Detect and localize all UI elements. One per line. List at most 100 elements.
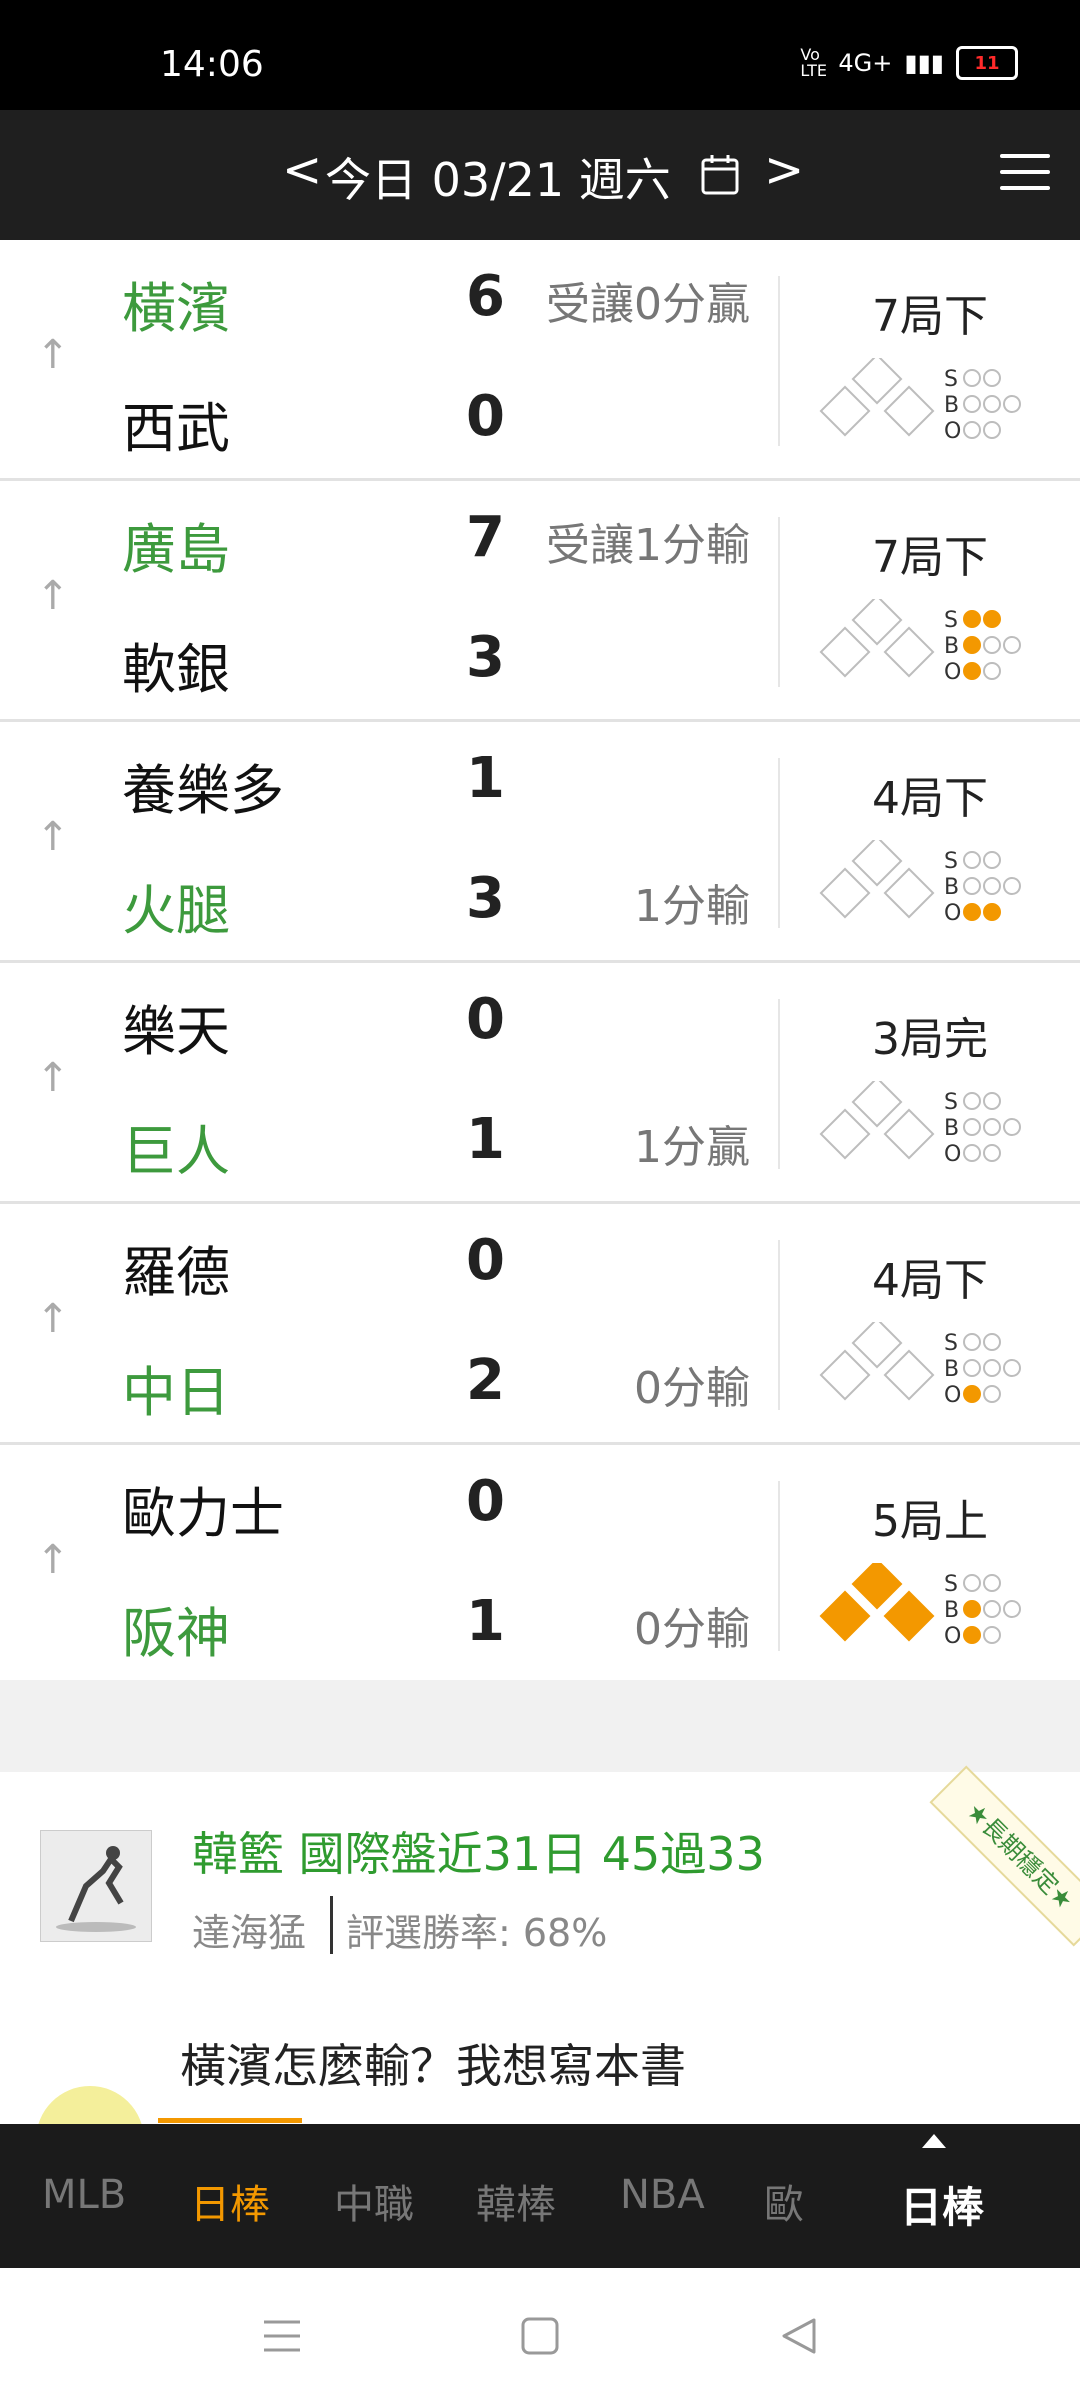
tab-euro[interactable]: 歐	[764, 2172, 804, 2230]
second-base-icon	[851, 594, 903, 646]
svg-text:O: O	[944, 901, 961, 926]
inning-status: 7局下	[872, 291, 988, 342]
caret-up-icon[interactable]	[922, 2134, 946, 2148]
article-title: 橫濱怎麼輸？我想寫本書	[180, 2039, 686, 2093]
calendar-icon[interactable]	[700, 152, 740, 200]
base-diamond-icon	[818, 1558, 938, 1653]
game-row[interactable]: ↑ 樂天 0 巨人 1 1分贏 3局完 S B O	[0, 963, 1080, 1204]
tab-npb[interactable]: 日棒	[190, 2172, 270, 2230]
third-base-icon	[819, 1349, 871, 1401]
inning-status: 4局下	[872, 773, 988, 824]
menu-icon[interactable]	[1000, 154, 1050, 202]
row-divider	[778, 517, 780, 687]
tab-mlb[interactable]: MLB	[42, 2172, 126, 2218]
promo-win-rate: 評選勝率: 68%	[346, 1911, 608, 1955]
date-header: < 今日 03/21 週六 >	[0, 110, 1080, 240]
sbo-count-icon: SBO	[944, 1322, 1064, 1412]
home-team-name: 阪神	[122, 1602, 230, 1665]
away-team-name: 羅德	[122, 1241, 230, 1304]
article-preview[interactable]: 橫濱怎麼輸？我想寫本書	[0, 2000, 1080, 2124]
svg-text:S: S	[944, 1331, 958, 1356]
system-nav-bar	[0, 2268, 1080, 2400]
tab-nba[interactable]: NBA	[620, 2172, 705, 2218]
league-tab-bar: MLB 日棒 中職 韓棒 NBA 歐 日棒	[0, 2124, 1080, 2268]
away-team-name: 廣島	[122, 518, 230, 581]
third-base-icon	[819, 385, 871, 437]
second-base-icon	[851, 1317, 903, 1369]
promo-thumbnail	[40, 1830, 152, 1942]
battery-level: 11	[974, 52, 1000, 74]
inning-status: 5局上	[872, 1496, 988, 1547]
home-team-name: 巨人	[122, 1120, 230, 1183]
arrow-up-icon[interactable]: ↑	[36, 814, 70, 860]
first-base-icon	[883, 1349, 935, 1401]
first-base-icon	[883, 867, 935, 919]
home-team-name: 中日	[122, 1361, 230, 1424]
system-icons: Vo LTE 4G+ ▮▮▮ 11	[800, 46, 1018, 80]
home-team-score: 2	[466, 1348, 505, 1413]
svg-text:O: O	[944, 419, 961, 444]
arrow-up-icon[interactable]: ↑	[36, 332, 70, 378]
game-row[interactable]: ↑ 橫濱 6 受讓0分贏 西武 0 7局下 S B O	[0, 240, 1080, 481]
home-icon[interactable]	[520, 2316, 560, 2356]
svg-text:B: B	[944, 1598, 959, 1623]
game-row[interactable]: ↑ 歐力士 0 阪神 1 0分輸 5局上 S B O	[0, 1445, 1080, 1686]
signal-icon: ▮▮▮	[904, 49, 944, 77]
sbo-count-icon: SBO	[944, 1563, 1064, 1653]
tab-cpbl[interactable]: 中職	[334, 2172, 414, 2230]
arrow-up-icon[interactable]: ↑	[36, 1537, 70, 1583]
arrow-up-icon[interactable]: ↑	[36, 1055, 70, 1101]
inning-status: 4局下	[872, 1255, 988, 1306]
volte-icon: Vo LTE	[800, 45, 827, 80]
svg-text:O: O	[944, 1624, 961, 1649]
promo-ribbon-badge: ★長期穩定★	[929, 1765, 1080, 1947]
away-team-score: 1	[466, 746, 505, 811]
section-gap	[0, 1680, 1080, 1775]
row-divider	[778, 276, 780, 446]
back-icon[interactable]	[778, 2316, 818, 2356]
away-team-name: 養樂多	[122, 759, 284, 822]
network-icon: 4G+	[838, 49, 893, 77]
status-time: 14:06	[160, 44, 264, 85]
away-team-name: 橫濱	[122, 277, 230, 340]
svg-text:O: O	[944, 660, 961, 685]
tab-kbo[interactable]: 韓棒	[476, 2172, 556, 2230]
svg-text:B: B	[944, 1116, 959, 1141]
home-team-name: 西武	[122, 397, 230, 460]
game-row[interactable]: ↑ 羅德 0 中日 2 0分輸 4局下 S B O	[0, 1204, 1080, 1445]
row-divider	[778, 758, 780, 928]
recent-apps-icon[interactable]	[262, 2318, 302, 2354]
sbo-count-icon: SBO	[944, 358, 1064, 448]
selected-league-button[interactable]: 日棒	[900, 2174, 984, 2235]
third-base-icon	[819, 1590, 871, 1642]
second-base-icon	[851, 353, 903, 405]
promo-title: 韓籃 國際盤近31日 45過33	[192, 1827, 765, 1881]
row-divider	[778, 1481, 780, 1651]
svg-text:S: S	[944, 367, 958, 392]
game-row[interactable]: ↑ 養樂多 1 火腿 3 1分輸 4局下 S B O	[0, 722, 1080, 963]
article-underline	[158, 2118, 302, 2123]
third-base-icon	[819, 1108, 871, 1160]
base-diamond-icon	[818, 1317, 938, 1412]
svg-text:B: B	[944, 393, 959, 418]
next-day-button[interactable]: >	[764, 142, 804, 198]
second-base-icon	[851, 1076, 903, 1128]
second-base-icon	[851, 835, 903, 887]
game-row[interactable]: ↑ 廣島 7 受讓1分輸 軟銀 3 7局下 S B O	[0, 481, 1080, 722]
promo-divider	[330, 1896, 333, 1954]
svg-text:S: S	[944, 1090, 958, 1115]
arrow-up-icon[interactable]: ↑	[36, 1296, 70, 1342]
sbo-count-icon: SBO	[944, 599, 1064, 689]
away-team-name: 歐力士	[122, 1482, 284, 1545]
home-team-score: 3	[466, 866, 505, 931]
status-bar: 14:06 Vo LTE 4G+ ▮▮▮ 11	[0, 0, 1080, 110]
svg-text:O: O	[944, 1142, 961, 1167]
promo-card[interactable]: 韓籃 國際盤近31日 45過33 達海猛 評選勝率: 68% ★長期穩定★	[0, 1765, 1080, 2003]
arrow-up-icon[interactable]: ↑	[36, 573, 70, 619]
away-team-score: 0	[466, 1469, 505, 1534]
third-base-icon	[819, 867, 871, 919]
promo-author: 達海猛	[192, 1911, 307, 1955]
home-team-odds: 0分輸	[634, 1604, 750, 1655]
base-diamond-icon	[818, 1076, 938, 1171]
prev-day-button[interactable]: <	[282, 142, 322, 198]
